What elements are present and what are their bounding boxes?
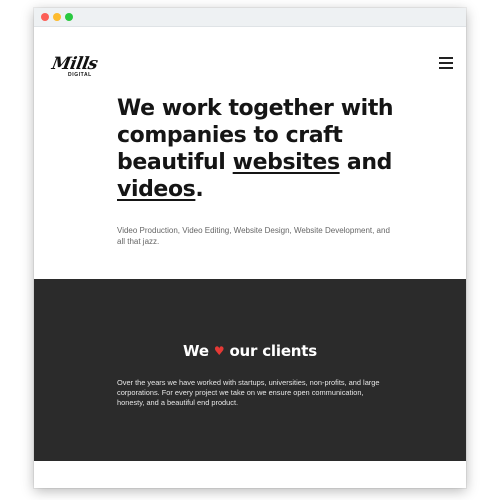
- clients-heading: We ♥ our clients: [34, 342, 466, 360]
- window-titlebar: [34, 8, 466, 27]
- maximize-window-button[interactable]: [65, 13, 73, 21]
- videos-link[interactable]: videos: [117, 177, 196, 202]
- websites-link[interactable]: websites: [233, 150, 340, 175]
- logo-script-text: Mills: [50, 54, 100, 74]
- hamburger-menu-icon[interactable]: [439, 57, 453, 69]
- menu-bar: [439, 62, 453, 64]
- web-page: Mills DIGITAL We work together with comp…: [34, 27, 466, 488]
- hero-heading-period: .: [195, 177, 204, 202]
- clients-heading-rest: our clients: [229, 342, 317, 360]
- clients-section: We ♥ our clients Over the years we have …: [34, 279, 466, 461]
- clients-heading-we: We: [183, 342, 209, 360]
- hero-heading-text: and: [339, 150, 392, 175]
- menu-bar: [439, 57, 453, 59]
- menu-bar: [439, 67, 453, 69]
- browser-window: Mills DIGITAL We work together with comp…: [34, 8, 466, 488]
- logo-sub-text: DIGITAL: [68, 72, 92, 78]
- mills-digital-logo[interactable]: Mills DIGITAL: [50, 54, 99, 81]
- hero-heading: We work together with companies to craft…: [117, 95, 407, 203]
- minimize-window-button[interactable]: [53, 13, 61, 21]
- heart-icon: ♥: [213, 344, 225, 358]
- clients-description: Over the years we have worked with start…: [117, 378, 380, 408]
- hero-subtitle: Video Production, Video Editing, Website…: [117, 226, 390, 246]
- close-window-button[interactable]: [41, 13, 49, 21]
